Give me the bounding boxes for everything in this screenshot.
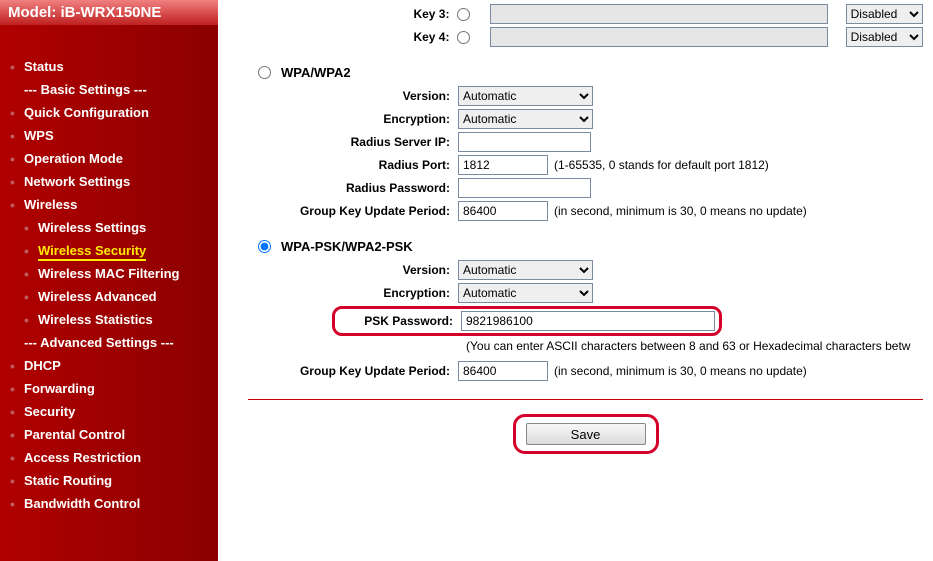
nav-parental-control[interactable]: Parental Control [10,423,218,446]
key3-radio[interactable] [457,8,470,21]
wpa-radius-port-note: (1-65535, 0 stands for default port 1812… [554,158,769,172]
psk-version-label: Version: [248,263,458,277]
nav-wireless-advanced[interactable]: Wireless Advanced [10,285,218,308]
psk-encryption-label: Encryption: [248,286,458,300]
nav-network-settings[interactable]: Network Settings [10,170,218,193]
psk-password-label: PSK Password: [339,314,461,328]
wpa-version-label: Version: [248,89,458,103]
nav-menu: Status --- Basic Settings --- Quick Conf… [0,25,218,515]
save-button[interactable]: Save [526,423,646,445]
nav-access-restriction[interactable]: Access Restriction [10,446,218,469]
psk-password-highlight: PSK Password: [332,306,722,336]
key3-status-select[interactable]: Disabled [846,4,923,24]
nav-operation-mode[interactable]: Operation Mode [10,147,218,170]
divider [248,399,923,400]
wpa-radius-ip-input[interactable] [458,132,591,152]
wpa-version-select[interactable]: Automatic [458,86,593,106]
psk-group-key-input[interactable] [458,361,548,381]
psk-version-select[interactable]: Automatic [458,260,593,280]
wpa-encryption-select[interactable]: Automatic [458,109,593,129]
wpa-encryption-label: Encryption: [248,112,458,126]
nav-status[interactable]: Status [10,55,218,78]
wpa-group-key-label: Group Key Update Period: [248,204,458,218]
nav-dhcp[interactable]: DHCP [10,354,218,377]
nav-security[interactable]: Security [10,400,218,423]
key3-input[interactable] [490,4,827,24]
wpa-radius-port-label: Radius Port: [248,158,458,172]
nav-basic-settings-header: --- Basic Settings --- [10,78,218,101]
wpa-radius-password-label: Radius Password: [248,181,458,195]
nav-wireless-mac-filtering[interactable]: Wireless MAC Filtering [10,262,218,285]
wpa-radius-password-input[interactable] [458,178,591,198]
nav-wireless-statistics[interactable]: Wireless Statistics [10,308,218,331]
nav-wireless-security[interactable]: Wireless Security [10,239,218,262]
psk-title: WPA-PSK/WPA2-PSK [281,239,413,254]
wpa-radio[interactable] [258,66,271,79]
key3-label: Key 3: [388,7,457,21]
nav-forwarding[interactable]: Forwarding [10,377,218,400]
sidebar: Model: iB-WRX150NE Status --- Basic Sett… [0,0,218,561]
psk-encryption-select[interactable]: Automatic [458,283,593,303]
psk-group-key-note: (in second, minimum is 30, 0 means no up… [554,364,807,378]
psk-password-note: (You can enter ASCII characters between … [466,339,923,353]
nav-wireless[interactable]: Wireless [10,193,218,216]
wpa-radius-port-input[interactable] [458,155,548,175]
save-highlight: Save [513,414,659,454]
wpa-group-key-input[interactable] [458,201,548,221]
nav-wps[interactable]: WPS [10,124,218,147]
key4-input[interactable] [490,27,827,47]
main-content: Key 3: Disabled Key 4: Disabled WPA/WPA2… [218,0,933,561]
key4-label: Key 4: [388,30,457,44]
key4-radio[interactable] [457,31,470,44]
wpa-radius-ip-label: Radius Server IP: [248,135,458,149]
nav-static-routing[interactable]: Static Routing [10,469,218,492]
psk-radio[interactable] [258,240,271,253]
key4-status-select[interactable]: Disabled [846,27,923,47]
psk-password-input[interactable] [461,311,715,331]
psk-group-key-label: Group Key Update Period: [248,364,458,378]
nav-advanced-settings-header: --- Advanced Settings --- [10,331,218,354]
nav-wireless-settings[interactable]: Wireless Settings [10,216,218,239]
wpa-group-key-note: (in second, minimum is 30, 0 means no up… [554,204,807,218]
wpa-title: WPA/WPA2 [281,65,351,80]
model-label: Model: iB-WRX150NE [0,0,218,25]
nav-bandwidth-control[interactable]: Bandwidth Control [10,492,218,515]
nav-quick-configuration[interactable]: Quick Configuration [10,101,218,124]
